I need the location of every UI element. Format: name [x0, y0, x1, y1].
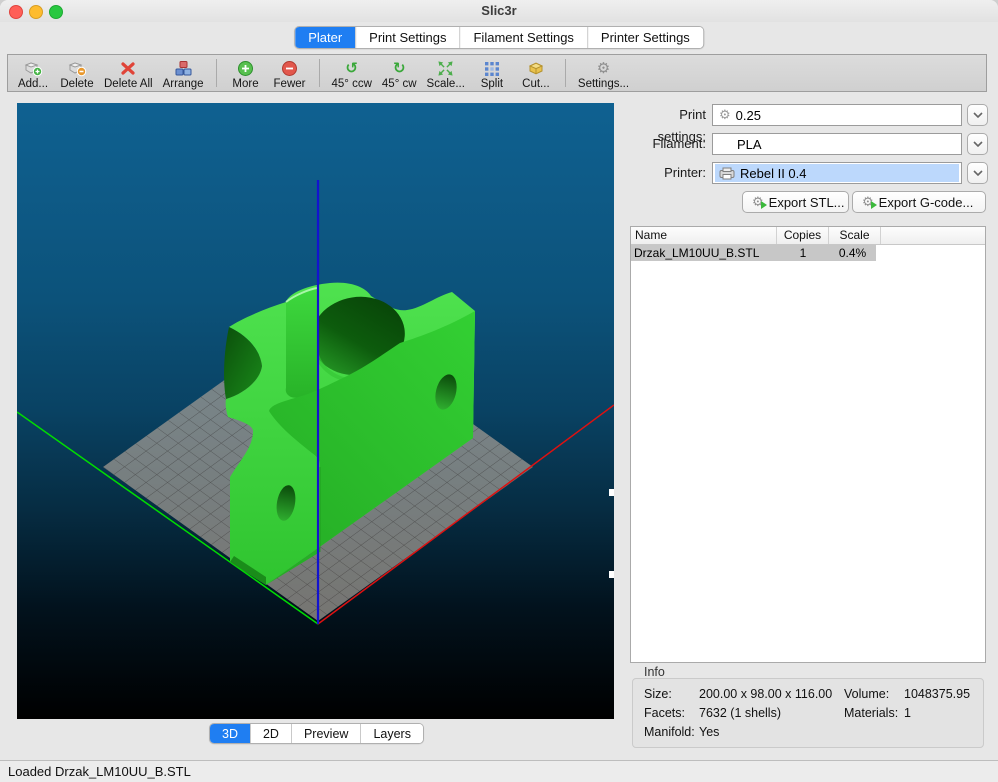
fewer-button[interactable]: Fewer — [268, 55, 312, 91]
size-value: 200.00 x 98.00 x 116.00 — [699, 687, 832, 701]
arrange-icon — [173, 60, 193, 77]
print-settings-dropdown-button[interactable] — [967, 104, 988, 126]
volume-value: 1048375.95 — [904, 687, 970, 701]
cell-copies: 1 — [777, 246, 829, 260]
export-icon: ⚙ — [752, 196, 764, 209]
materials-label: Materials: — [844, 706, 898, 720]
filament-dropdown-button[interactable] — [967, 133, 988, 155]
cell-name: Drzak_LM10UU_B.STL — [631, 246, 777, 260]
printer-icon — [719, 167, 735, 180]
view-tab-layers[interactable]: Layers — [360, 724, 423, 743]
gear-icon: ⚙ — [719, 109, 731, 122]
facets-label: Facets: — [644, 706, 685, 720]
slic3r-window: Slic3r Plater Print Settings Filament Se… — [0, 0, 998, 782]
cell-scale: 0.4% — [829, 246, 876, 260]
toolbar-separator — [565, 59, 566, 87]
cut-button[interactable]: Cut... — [514, 55, 558, 91]
delete-object-icon — [67, 60, 87, 77]
status-bar: Loaded Drzak_LM10UU_B.STL — [0, 760, 998, 782]
plater-toolbar: Add... Delete Delete All Arrange More — [7, 54, 987, 92]
object-list-header: Name Copies Scale — [631, 227, 985, 245]
print-settings-combo[interactable]: ⚙ 0.25 — [712, 104, 962, 126]
rotate-ccw-icon: ↺ — [345, 60, 358, 77]
tab-printer-settings[interactable]: Printer Settings — [587, 27, 703, 48]
tab-plater[interactable]: Plater — [295, 27, 355, 48]
viewport-edge-mark — [609, 571, 614, 578]
viewport-edge-mark — [609, 489, 614, 496]
toolbar-separator — [319, 59, 320, 87]
more-copies-icon — [237, 60, 254, 77]
arrange-button[interactable]: Arrange — [158, 55, 209, 91]
printer-label: Printer: — [630, 162, 706, 184]
titlebar: Slic3r — [0, 0, 998, 22]
chevron-down-icon — [973, 112, 983, 118]
toolbar-separator — [216, 59, 217, 87]
info-box: Size: 200.00 x 98.00 x 116.00 Volume: 10… — [632, 678, 984, 748]
volume-label: Volume: — [844, 687, 889, 701]
view-mode-tab-bar: 3D 2D Preview Layers — [209, 723, 424, 744]
window-title: Slic3r — [0, 0, 998, 22]
split-button[interactable]: Split — [470, 55, 514, 91]
more-button[interactable]: More — [224, 55, 268, 91]
export-icon: ⚙ — [862, 196, 874, 209]
object-list: Name Copies Scale Drzak_LM10UU_B.STL 1 0… — [630, 226, 986, 663]
fewer-copies-icon — [281, 60, 298, 77]
manifold-value: Yes — [699, 725, 719, 739]
main-tab-bar: Plater Print Settings Filament Settings … — [294, 26, 704, 49]
object-settings-icon: ⚙ — [597, 60, 610, 77]
viewport-3d-canvas[interactable] — [17, 103, 614, 719]
chevron-down-icon — [973, 170, 983, 176]
column-filler — [881, 227, 985, 244]
column-name[interactable]: Name — [631, 227, 777, 244]
view-tab-2d[interactable]: 2D — [250, 724, 291, 743]
delete-all-button[interactable]: Delete All — [99, 55, 158, 91]
scale-icon — [437, 60, 454, 77]
view-tab-3d[interactable]: 3D — [210, 724, 250, 743]
printer-dropdown-button[interactable] — [967, 162, 988, 184]
filament-label: Filament: — [630, 133, 706, 155]
export-stl-button[interactable]: ⚙ Export STL... — [742, 191, 849, 213]
column-copies[interactable]: Copies — [777, 227, 829, 244]
table-row[interactable]: Drzak_LM10UU_B.STL 1 0.4% — [631, 245, 876, 261]
rotate-cw-button[interactable]: ↻ 45° cw — [377, 55, 422, 91]
export-gcode-button[interactable]: ⚙ Export G-code... — [852, 191, 986, 213]
printer-combo[interactable]: Rebel II 0.4 — [712, 162, 962, 184]
status-text: Loaded Drzak_LM10UU_B.STL — [8, 764, 191, 779]
scale-button[interactable]: Scale... — [422, 55, 470, 91]
tab-print-settings[interactable]: Print Settings — [355, 27, 459, 48]
right-panel: Print settings: ⚙ 0.25 Filament: PLA Pri… — [630, 104, 986, 749]
size-label: Size: — [644, 687, 672, 701]
delete-all-icon — [119, 60, 137, 77]
rotate-ccw-button[interactable]: ↺ 45° ccw — [327, 55, 377, 91]
cut-icon — [526, 60, 546, 77]
object-settings-button[interactable]: ⚙ Settings... — [573, 55, 634, 91]
info-title: Info — [644, 665, 665, 679]
tab-filament-settings[interactable]: Filament Settings — [459, 27, 586, 48]
rotate-cw-icon: ↻ — [393, 60, 406, 77]
split-icon — [484, 60, 500, 77]
delete-button[interactable]: Delete — [55, 55, 99, 91]
materials-value: 1 — [904, 706, 911, 720]
manifold-label: Manifold: — [644, 725, 695, 739]
chevron-down-icon — [973, 141, 983, 147]
facets-value: 7632 (1 shells) — [699, 706, 781, 720]
filament-combo[interactable]: PLA — [712, 133, 962, 155]
view-tab-preview[interactable]: Preview — [291, 724, 360, 743]
add-button[interactable]: Add... — [11, 55, 55, 91]
add-object-icon — [23, 60, 43, 77]
column-scale[interactable]: Scale — [829, 227, 881, 244]
